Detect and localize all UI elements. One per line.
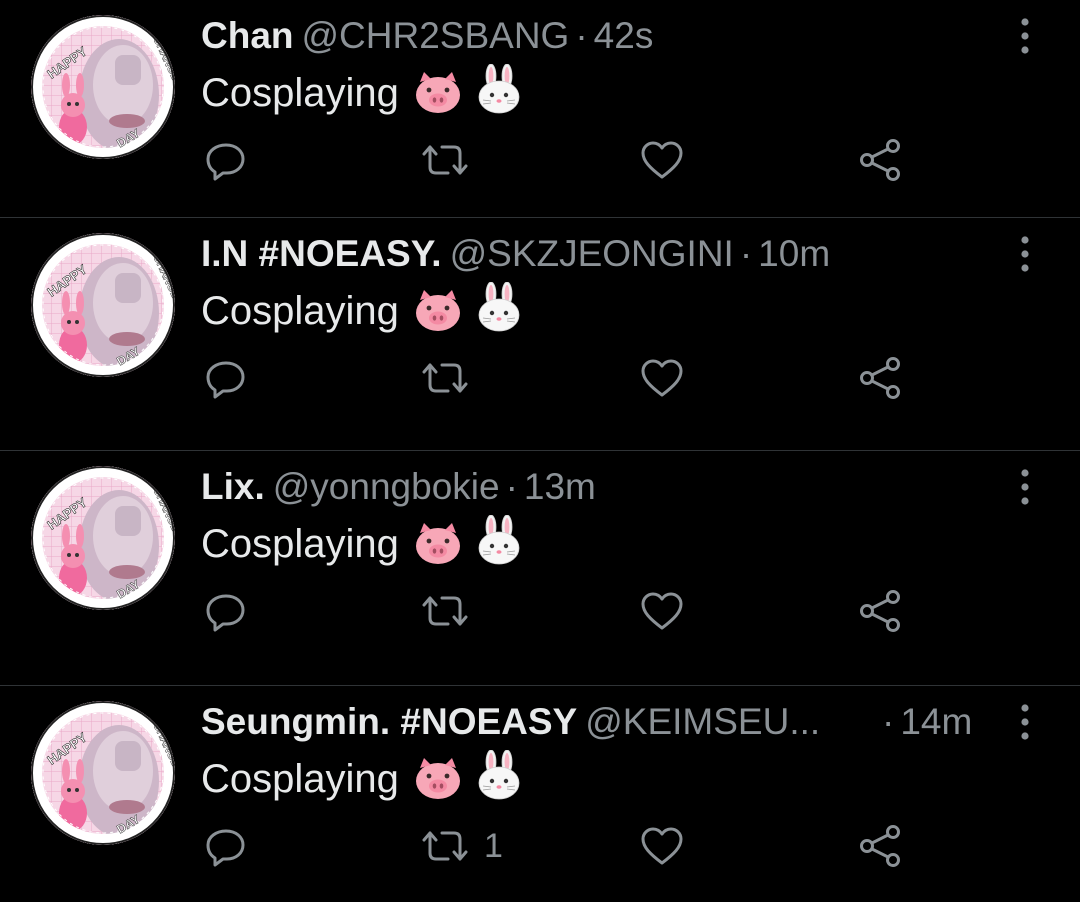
like-icon (641, 827, 683, 865)
share-button[interactable] (858, 581, 904, 641)
tweet-text-content: Cosplaying (201, 289, 399, 333)
like-button[interactable] (640, 348, 684, 408)
rabbit-face-icon (478, 750, 520, 800)
tweet-1[interactable]: HAPPY CHANGBIN'S DAY Chan@CHR2SBANG·42s … (0, 0, 1080, 218)
display-name[interactable]: Lix. (201, 466, 265, 507)
tweet-text: Cosplaying (201, 750, 521, 804)
reply-button[interactable] (205, 581, 247, 641)
tweet-header: Chan @CHR2SBANG · 42s (201, 12, 991, 60)
retweet-button[interactable] (420, 581, 484, 641)
tweet-actions: 1 (0, 816, 1080, 876)
tweet-3[interactable]: HAPPY CHANGBIN'S DAY Lix.@yonngbokie·13m… (0, 451, 1080, 686)
reply-icon (206, 594, 245, 632)
separator-dot: · (505, 466, 518, 507)
retweet-count: 1 (484, 826, 503, 865)
tweet-actions (0, 130, 1080, 190)
share-icon (860, 139, 900, 181)
tweet-actions (0, 581, 1080, 641)
retweet-icon (422, 596, 468, 626)
display-name[interactable]: I.N #NOEASY. (201, 233, 442, 274)
separator-dot: · (575, 15, 588, 56)
more-icon[interactable] (1010, 467, 1040, 507)
tweet-text-content: Cosplaying (201, 757, 399, 801)
tweet-header: I.N #NOEASY. @SKZJEONGINI · 10m (201, 230, 991, 278)
more-icon[interactable] (1010, 16, 1040, 56)
tweet-text-content: Cosplaying (201, 71, 399, 115)
rabbit-face-icon (478, 515, 520, 565)
like-button[interactable] (640, 581, 684, 641)
tweet-2[interactable]: HAPPY CHANGBIN'S DAY I.N #NOEASY.@SKZJEO… (0, 218, 1080, 451)
tweet-text: Cosplaying (201, 64, 521, 118)
tweet-text-content: Cosplaying (201, 522, 399, 566)
separator-dot: · (882, 701, 895, 742)
tweet-4[interactable]: HAPPY CHANGBIN'S DAY Seungmin. #NOEASY@K… (0, 686, 1080, 902)
retweet-icon (422, 145, 468, 175)
like-icon (641, 359, 683, 397)
pig-face-icon (416, 290, 461, 331)
tweet-header: Seungmin. #NOEASY @KEIMSEU... · 14m (201, 698, 991, 746)
pig-face-icon (416, 758, 461, 799)
pig-face-icon (416, 72, 461, 113)
user-handle[interactable]: @KEIMSEU... (585, 701, 820, 742)
tweet-time-wrap: · 14m (876, 698, 972, 746)
reply-icon (206, 143, 245, 181)
tweet-time[interactable]: 13m (524, 466, 596, 507)
tweet-time[interactable]: 14m (900, 701, 972, 742)
rabbit-face-icon (478, 64, 520, 114)
like-button[interactable] (640, 130, 684, 190)
share-icon (860, 825, 900, 867)
display-name[interactable]: Chan (201, 15, 294, 56)
rabbit-face-icon (478, 282, 520, 332)
reply-button[interactable] (205, 348, 247, 408)
user-handle[interactable]: @CHR2SBANG (302, 15, 570, 56)
retweet-button[interactable]: 1 (420, 816, 503, 876)
reply-icon (206, 361, 245, 399)
tweet-header: Lix. @yonngbokie · 13m (201, 463, 991, 511)
reply-icon (206, 829, 245, 867)
share-button[interactable] (858, 348, 904, 408)
reply-button[interactable] (205, 816, 247, 876)
like-button[interactable] (640, 816, 684, 876)
user-handle[interactable]: @yonngbokie (273, 466, 500, 507)
display-name[interactable]: Seungmin. #NOEASY (201, 701, 577, 742)
user-handle[interactable]: @SKZJEONGINI (450, 233, 734, 274)
tweet-actions (0, 348, 1080, 408)
retweet-button[interactable] (420, 130, 484, 190)
like-icon (641, 141, 683, 179)
more-icon[interactable] (1010, 702, 1040, 742)
like-icon (641, 592, 683, 630)
tweet-text: Cosplaying (201, 282, 521, 336)
retweet-icon (422, 363, 468, 393)
tweet-time[interactable]: 42s (594, 15, 654, 56)
share-icon (860, 357, 900, 399)
tweet-time[interactable]: 10m (758, 233, 830, 274)
more-icon[interactable] (1010, 234, 1040, 274)
reply-button[interactable] (205, 130, 247, 190)
tweet-text: Cosplaying (201, 515, 521, 569)
separator-dot: · (739, 233, 753, 274)
retweet-icon (422, 831, 468, 861)
share-icon (860, 590, 900, 632)
timeline: HAPPY CHANGBIN'S DAY Chan@CHR2SBANG·42s … (0, 0, 1080, 902)
share-button[interactable] (858, 130, 904, 190)
pig-face-icon (416, 523, 461, 564)
share-button[interactable] (858, 816, 904, 876)
retweet-button[interactable] (420, 348, 484, 408)
